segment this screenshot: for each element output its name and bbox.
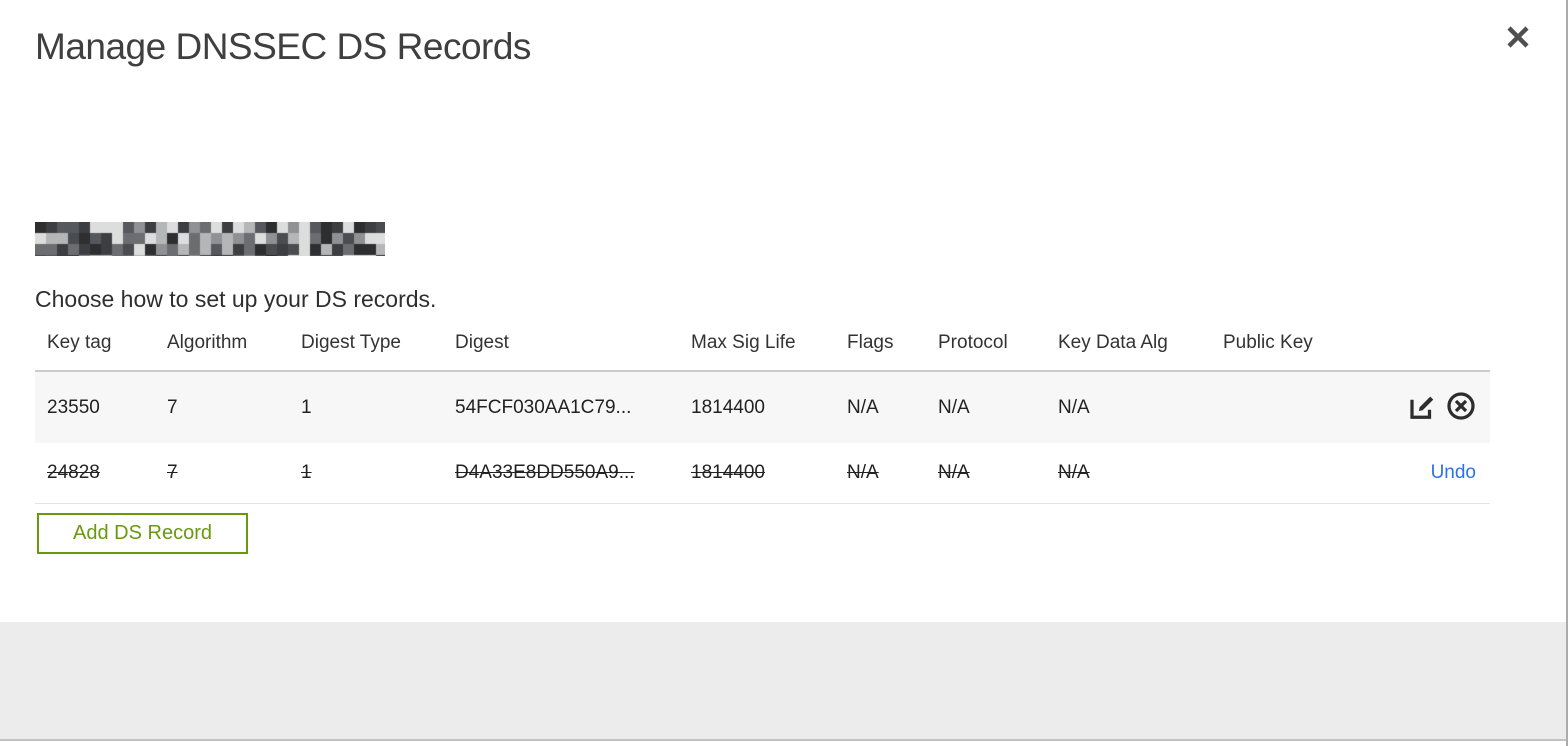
delete-circle-x-icon: [1446, 392, 1476, 424]
cell-flags: N/A: [847, 396, 879, 418]
cell-digest: 54FCF030AA1C79...: [455, 396, 632, 418]
column-header-key-data-alg: Key Data Alg: [1046, 324, 1211, 372]
cell-key-data-alg: N/A: [1058, 396, 1090, 418]
row-actions: [1371, 371, 1490, 443]
table-header-row: Key tag Algorithm Digest Type Digest Max…: [35, 324, 1490, 372]
redacted-domain-name: [35, 222, 385, 256]
close-icon: [1504, 23, 1532, 54]
cell-algorithm: 7: [167, 396, 178, 418]
column-header-protocol: Protocol: [926, 324, 1046, 372]
cell-key-data-alg: N/A: [1058, 462, 1090, 483]
undo-link[interactable]: Undo: [1431, 462, 1476, 483]
column-header-key-tag: Key tag: [35, 324, 155, 372]
modal-footer: Save Cancel: [0, 622, 1566, 741]
row-actions: Undo: [1371, 443, 1490, 504]
cell-digest-type: 1: [301, 396, 312, 418]
ds-records-table: Key tag Algorithm Digest Type Digest Max…: [35, 324, 1490, 504]
add-ds-record-button[interactable]: Add DS Record: [37, 513, 248, 554]
cell-max-sig-life: 1814400: [691, 396, 765, 418]
column-header-digest: Digest: [443, 324, 679, 372]
cell-public-key: [1211, 443, 1371, 504]
table-row-deleted: 24828 7 1 D4A33E8DD550A9... 1814400 N/A …: [35, 443, 1490, 504]
cell-public-key: [1211, 371, 1371, 443]
column-header-actions: [1371, 324, 1490, 372]
column-header-flags: Flags: [835, 324, 926, 372]
column-header-max-sig-life: Max Sig Life: [679, 324, 835, 372]
dnssec-modal: Manage DNSSEC DS Records Choose how to s…: [0, 0, 1568, 746]
edit-record-button[interactable]: [1407, 391, 1437, 424]
edit-pencil-icon: [1407, 396, 1437, 424]
column-header-public-key: Public Key: [1211, 324, 1371, 372]
cell-flags: N/A: [847, 462, 879, 483]
cell-algorithm: 7: [167, 462, 178, 483]
cell-protocol: N/A: [938, 462, 970, 483]
delete-record-button[interactable]: [1446, 391, 1476, 424]
cell-key-tag: 23550: [47, 396, 100, 418]
cell-max-sig-life: 1814400: [691, 462, 765, 483]
cell-digest-type: 1: [301, 462, 312, 483]
close-button[interactable]: [1500, 20, 1536, 56]
instruction-text: Choose how to set up your DS records.: [35, 286, 437, 312]
page-title: Manage DNSSEC DS Records: [35, 26, 531, 67]
cell-protocol: N/A: [938, 396, 970, 418]
column-header-digest-type: Digest Type: [289, 324, 443, 372]
cell-key-tag: 24828: [47, 462, 100, 483]
cell-digest: D4A33E8DD550A9...: [455, 462, 635, 483]
table-row: 23550 7 1 54FCF030AA1C79... 1814400 N/A …: [35, 371, 1490, 443]
column-header-algorithm: Algorithm: [155, 324, 289, 372]
